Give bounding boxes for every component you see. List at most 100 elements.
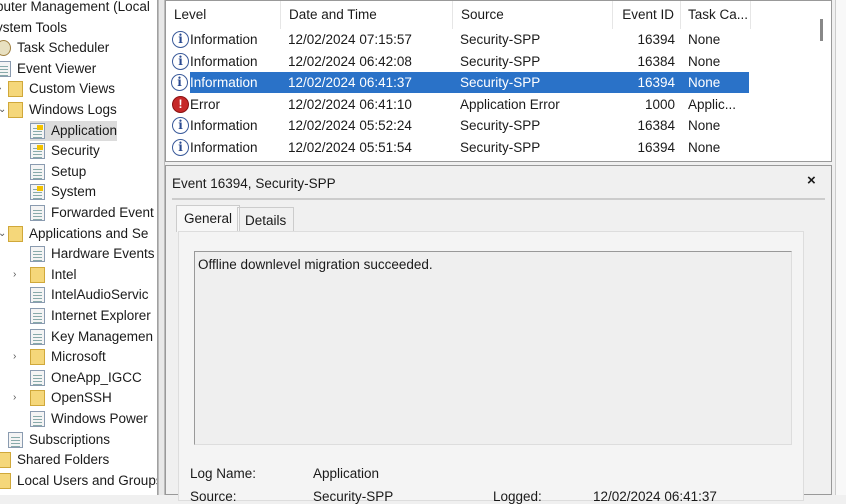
- event-log-icon: [30, 163, 45, 180]
- folder-icon: [0, 472, 11, 489]
- table-row[interactable]: i Information 12/02/2024 05:51:54 Securi…: [169, 137, 749, 158]
- event-id-cell: 16394: [637, 32, 675, 47]
- tree-item[interactable]: IntelAudioServic: [30, 285, 149, 305]
- tree-item-label: Microsoft: [51, 349, 106, 365]
- expand-arrow-icon[interactable]: ›: [0, 79, 1, 99]
- event-log-icon: [30, 328, 45, 345]
- folder-icon: [30, 390, 45, 407]
- column-source[interactable]: Source: [453, 1, 613, 29]
- level-cell: Information: [190, 32, 258, 47]
- tree-item-label: Key Managemen: [51, 328, 154, 344]
- tree-item[interactable]: Local Users and Groups: [0, 471, 158, 491]
- folder-icon: [8, 81, 23, 98]
- tree-item[interactable]: Security: [30, 141, 100, 161]
- level-cell: Information: [190, 75, 258, 91]
- tree-item-label: Intel: [51, 266, 77, 282]
- tree-item[interactable]: › Microsoft: [13, 347, 106, 367]
- pane-splitter[interactable]: [158, 0, 165, 495]
- tree-item[interactable]: ⌄ Applications and Se: [0, 224, 149, 244]
- level-cell: Information: [190, 140, 258, 155]
- date-cell: 12/02/2024 06:41:37: [288, 75, 412, 91]
- event-log-icon: [30, 184, 45, 201]
- date-cell: 12/02/2024 07:15:57: [288, 32, 412, 47]
- collapse-arrow-icon[interactable]: ⌄: [0, 100, 6, 120]
- tree-item-label: Setup: [51, 163, 87, 179]
- tree-item-label: Applications and Se: [29, 225, 149, 241]
- source-cell: Security-SPP: [460, 118, 541, 134]
- table-row[interactable]: ! Error 12/02/2024 06:41:10 Application …: [169, 94, 749, 115]
- tree-item[interactable]: Internet Explorer: [30, 306, 151, 326]
- tree-item[interactable]: Windows Power: [30, 409, 148, 429]
- tree-item[interactable]: Forwarded Event: [30, 203, 154, 223]
- table-row[interactable]: i Information 12/02/2024 06:41:37 Securi…: [171, 72, 749, 94]
- date-cell: 12/02/2024 06:42:08: [288, 53, 412, 69]
- table-row[interactable]: i Information 12/02/2024 07:15:57 Securi…: [169, 29, 749, 50]
- tree-item-label: Application: [51, 122, 118, 138]
- event-log-icon: [30, 411, 45, 427]
- event-log-icon: [0, 60, 11, 77]
- task-category-cell: None: [688, 118, 721, 134]
- event-id-cell: 16384: [637, 53, 675, 69]
- date-cell: 12/02/2024 06:41:10: [288, 96, 412, 112]
- source-cell: Security-SPP: [460, 32, 541, 47]
- column-task-category[interactable]: Task Ca...: [681, 1, 751, 29]
- tree-item[interactable]: Task Scheduler: [0, 38, 109, 58]
- tree-item[interactable]: OneApp_IGCC: [30, 368, 142, 388]
- tree-item-label: IntelAudioServic: [51, 287, 149, 303]
- tree-item[interactable]: Hardware Events: [30, 244, 155, 264]
- event-detail-pane: Event 16394, Security-SPP × General Deta…: [165, 165, 832, 504]
- tree-item-label: Shared Folders: [17, 452, 110, 468]
- table-row[interactable]: i Information 12/02/2024 06:42:08 Securi…: [169, 51, 749, 72]
- info-icon: i: [172, 139, 189, 156]
- tree-item-label: Local Users and Groups: [17, 472, 158, 488]
- tree-item-label: Hardware Events: [51, 246, 155, 262]
- divider: [172, 198, 825, 200]
- tree-item[interactable]: Shared Folders: [0, 450, 109, 470]
- log-name-value: Application: [313, 466, 380, 481]
- tree-item-label: puter Management (Local: [0, 0, 150, 14]
- column-level[interactable]: Level: [166, 1, 281, 29]
- folder-icon: [0, 452, 11, 469]
- tree-item[interactable]: puter Management (Local: [0, 0, 150, 17]
- logged-value: 12/02/2024 06:41:37: [593, 489, 717, 504]
- event-log-icon: [30, 143, 45, 160]
- table-row[interactable]: i Information 12/02/2024 05:52:24 Securi…: [169, 115, 749, 136]
- close-icon[interactable]: ×: [807, 172, 816, 189]
- tree-item[interactable]: Event Viewer: [0, 59, 96, 79]
- expand-arrow-icon[interactable]: ›: [13, 388, 16, 408]
- tab-general[interactable]: General: [176, 205, 241, 232]
- event-log-icon: [30, 287, 45, 304]
- tree-item[interactable]: › Intel: [13, 265, 77, 285]
- task-category-cell: None: [688, 140, 721, 155]
- tree-item[interactable]: Key Managemen: [30, 327, 153, 347]
- tree-item-label: Security: [51, 143, 100, 159]
- expand-arrow-icon[interactable]: ›: [13, 347, 16, 367]
- tree-item[interactable]: Application: [30, 120, 118, 141]
- tree-item-label: Windows Power: [51, 411, 148, 426]
- tree-item[interactable]: ⌄ Windows Logs: [0, 100, 117, 120]
- event-log-icon: [8, 431, 23, 448]
- tree-item[interactable]: System: [30, 182, 96, 202]
- tree-item[interactable]: › Custom Views: [0, 79, 115, 99]
- column-date[interactable]: Date and Time: [281, 1, 453, 29]
- log-name-label: Log Name:: [190, 466, 257, 481]
- collapse-arrow-icon[interactable]: ⌄: [0, 224, 6, 244]
- tree-item[interactable]: Subscriptions: [8, 430, 110, 450]
- source-value: Security-SPP: [313, 489, 394, 504]
- folder-icon: [8, 225, 23, 242]
- detail-title: Event 16394, Security-SPP: [172, 176, 336, 191]
- source-cell: Application Error: [460, 96, 560, 112]
- info-icon: i: [172, 52, 189, 70]
- column-event-id[interactable]: Event ID: [613, 1, 681, 29]
- source-cell: Security-SPP: [460, 53, 541, 69]
- event-message[interactable]: Offline downlevel migration succeeded.: [194, 251, 792, 445]
- tree-item[interactable]: Setup: [30, 162, 86, 182]
- list-scrollbar-thumb[interactable]: [820, 19, 823, 41]
- info-icon: i: [171, 74, 188, 92]
- event-id-cell: 1000: [644, 96, 675, 112]
- tree-item[interactable]: › OpenSSH: [13, 388, 112, 408]
- tab-details[interactable]: Details: [237, 207, 295, 232]
- expand-arrow-icon[interactable]: ›: [13, 265, 16, 285]
- tree-item-label: Task Scheduler: [17, 40, 110, 56]
- tree-item[interactable]: ystem Tools: [0, 18, 67, 38]
